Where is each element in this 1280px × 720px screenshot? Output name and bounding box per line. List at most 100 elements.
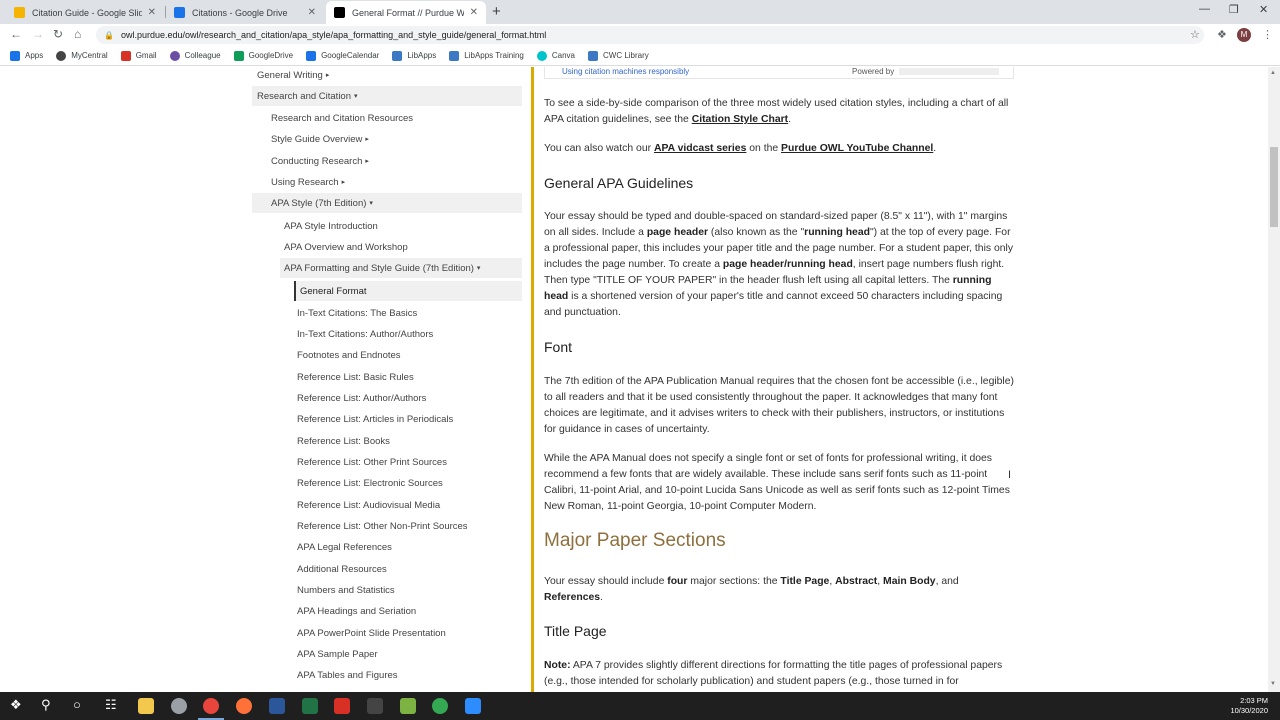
bookmark-star-icon[interactable]: ☆: [1190, 28, 1200, 41]
sidebar-item-general-format[interactable]: General Format: [294, 281, 522, 301]
bookmark-canva[interactable]: Canva: [536, 50, 575, 61]
bookmark-libapps-training[interactable]: LibApps Training: [449, 50, 524, 61]
close-tab-icon[interactable]: ✕: [470, 7, 478, 18]
sidebar-item-numbers-statistics[interactable]: Numbers and Statistics: [252, 580, 522, 600]
citation-style-chart-link[interactable]: Citation Style Chart: [692, 114, 788, 125]
heading-title-page: Title Page: [544, 623, 607, 639]
sidebar-item-ref-books[interactable]: Reference List: Books: [252, 431, 522, 451]
file-explorer-icon[interactable]: [138, 698, 154, 714]
paragraph-font-2: While the APA Manual does not specify a …: [544, 453, 1010, 512]
app-icon[interactable]: [171, 698, 187, 714]
sidebar-item-apa-style[interactable]: APA Style (7th Edition) ▾: [252, 193, 522, 213]
bookmark-googledrive[interactable]: GoogleDrive: [233, 50, 293, 61]
windows-taskbar: ❖ ⚲ ○ ☷ 2:03 PM 10/30/2020: [0, 692, 1280, 720]
bookmark-label: Colleague: [184, 51, 221, 60]
window-close-icon[interactable]: ✕: [1259, 3, 1268, 16]
sidebar-item-footnotes-endnotes[interactable]: Footnotes and Endnotes: [252, 345, 522, 365]
word-icon[interactable]: [269, 698, 285, 714]
youtube-channel-link[interactable]: Purdue OWL YouTube Channel: [781, 143, 933, 154]
home-icon[interactable]: ⌂: [74, 27, 81, 41]
lock-icon: 🔒: [104, 30, 114, 40]
sidebar-item-in-text-authors[interactable]: In-Text Citations: Author/Authors: [252, 324, 522, 344]
sidebar-item-ref-electronic[interactable]: Reference List: Electronic Sources: [252, 473, 522, 493]
scroll-thumb[interactable]: [1270, 147, 1278, 227]
forward-arrow-icon[interactable]: →: [32, 27, 44, 41]
bookmark-googlecalendar[interactable]: GoogleCalendar: [306, 50, 379, 61]
system-clock[interactable]: 2:03 PM 10/30/2020: [1230, 696, 1268, 716]
search-icon[interactable]: ⚲: [41, 697, 51, 713]
chrome-icon[interactable]: [203, 698, 219, 714]
sidebar-item-conducting-research[interactable]: Conducting Research ▸: [252, 151, 522, 171]
acrobat-icon[interactable]: [334, 698, 350, 714]
app-icon[interactable]: [400, 698, 416, 714]
task-view-icon[interactable]: ☷: [105, 697, 117, 713]
bookmark-libapps[interactable]: LibApps: [392, 50, 436, 61]
libapps-icon: [392, 50, 403, 61]
tab-citation-guide-slides[interactable]: Citation Guide - Google Slides ✕: [6, 1, 164, 24]
cortana-icon[interactable]: ○: [73, 697, 81, 712]
menu-kebab-icon[interactable]: ⋮: [1262, 28, 1273, 41]
sidebar-item-sample-paper[interactable]: APA Sample Paper: [252, 644, 522, 664]
apa-vidcast-link[interactable]: APA vidcast series: [654, 143, 746, 154]
sidebar-item-label: Using Research: [271, 176, 339, 188]
sponsor-logo[interactable]: [899, 68, 999, 75]
bookmark-gmail[interactable]: Gmail: [120, 50, 157, 61]
sidebar-item-research-citation-resources[interactable]: Research and Citation Resources: [252, 108, 522, 128]
sidebar-item-label: General Writing: [257, 69, 323, 81]
sidebar-item-general-writing[interactable]: General Writing ▸: [252, 67, 522, 85]
profile-avatar[interactable]: M: [1237, 28, 1251, 42]
tab-citations-drive[interactable]: Citations - Google Drive ✕: [166, 1, 324, 24]
close-tab-icon[interactable]: ✕: [308, 7, 316, 18]
scroll-up-icon[interactable]: ▲: [1270, 70, 1276, 76]
sidebar-item-apa-overview-workshop[interactable]: APA Overview and Workshop: [252, 237, 522, 257]
page-scrollbar[interactable]: ▲ ▼: [1268, 67, 1280, 692]
bold-term: page header: [646, 227, 709, 238]
windows-start-icon[interactable]: ❖: [10, 697, 22, 713]
sidebar-item-label: Reference List: Other Print Sources: [297, 456, 447, 468]
text: APA 7 provides slightly different direct…: [544, 660, 1003, 687]
minimize-icon[interactable]: —: [1199, 3, 1210, 15]
address-bar[interactable]: 🔒 owl.purdue.edu/owl/research_and_citati…: [96, 26, 1204, 44]
bold-term: running head: [804, 227, 870, 238]
paragraph-major-sections: Your essay should include four major sec…: [544, 574, 1018, 606]
text: major sections: the: [687, 576, 781, 587]
excel-icon[interactable]: [302, 698, 318, 714]
sidebar-item-tables-figures[interactable]: APA Tables and Figures: [252, 665, 522, 685]
sidebar-item-in-text-basics[interactable]: In-Text Citations: The Basics: [252, 303, 522, 323]
new-tab-button[interactable]: +: [492, 3, 501, 20]
sidebar-item-label: Research and Citation: [257, 90, 351, 102]
firefox-icon[interactable]: [236, 698, 252, 714]
sidebar-item-ref-periodicals[interactable]: Reference List: Articles in Periodicals: [252, 409, 522, 429]
app-icon[interactable]: [432, 698, 448, 714]
sidebar-item-additional-resources[interactable]: Additional Resources: [252, 559, 522, 579]
restore-icon[interactable]: ❐: [1229, 3, 1239, 16]
sidebar-item-ref-non-print[interactable]: Reference List: Other Non-Print Sources: [252, 516, 522, 536]
bookmark-mycentral[interactable]: MyCentral: [56, 50, 108, 61]
citation-machines-link[interactable]: Using citation machines responsibly: [562, 67, 689, 77]
sidebar-item-powerpoint[interactable]: APA PowerPoint Slide Presentation: [252, 623, 522, 643]
app-icon[interactable]: [367, 698, 383, 714]
bookmark-label: CWC Library: [602, 51, 649, 60]
sidebar-item-research-and-citation[interactable]: Research and Citation ▾: [252, 86, 522, 106]
close-tab-icon[interactable]: ✕: [148, 7, 156, 18]
bookmark-apps[interactable]: Apps: [10, 50, 43, 61]
sidebar-item-ref-other-print[interactable]: Reference List: Other Print Sources: [252, 452, 522, 472]
bookmark-cwc-library[interactable]: CWC Library: [587, 50, 649, 61]
clock-time: 2:03 PM: [1240, 696, 1268, 705]
sidebar-item-apa-legal[interactable]: APA Legal References: [252, 537, 522, 557]
sidebar-item-apa-introduction[interactable]: APA Style Introduction: [252, 216, 522, 236]
sidebar-item-style-guide-overview[interactable]: Style Guide Overview ▸: [252, 129, 522, 149]
tab-general-format[interactable]: General Format // Purdue Writin ✕: [326, 1, 486, 24]
sidebar-item-ref-audiovisual[interactable]: Reference List: Audiovisual Media: [252, 495, 522, 515]
reload-icon[interactable]: ↻: [53, 27, 63, 41]
sidebar-item-ref-authors[interactable]: Reference List: Author/Authors: [252, 388, 522, 408]
back-arrow-icon[interactable]: ←: [10, 27, 22, 41]
sidebar-item-ref-basic-rules[interactable]: Reference List: Basic Rules: [252, 367, 522, 387]
scroll-down-icon[interactable]: ▼: [1270, 681, 1276, 687]
sidebar-item-using-research[interactable]: Using Research ▸: [252, 172, 522, 192]
sidebar-item-apa-formatting-guide[interactable]: APA Formatting and Style Guide (7th Edit…: [280, 258, 522, 278]
sidebar-item-headings-seriation[interactable]: APA Headings and Seriation: [252, 601, 522, 621]
extensions-puzzle-icon[interactable]: ❖: [1217, 28, 1227, 41]
zoom-icon[interactable]: [465, 698, 481, 714]
bookmark-colleague[interactable]: Colleague: [169, 50, 221, 61]
